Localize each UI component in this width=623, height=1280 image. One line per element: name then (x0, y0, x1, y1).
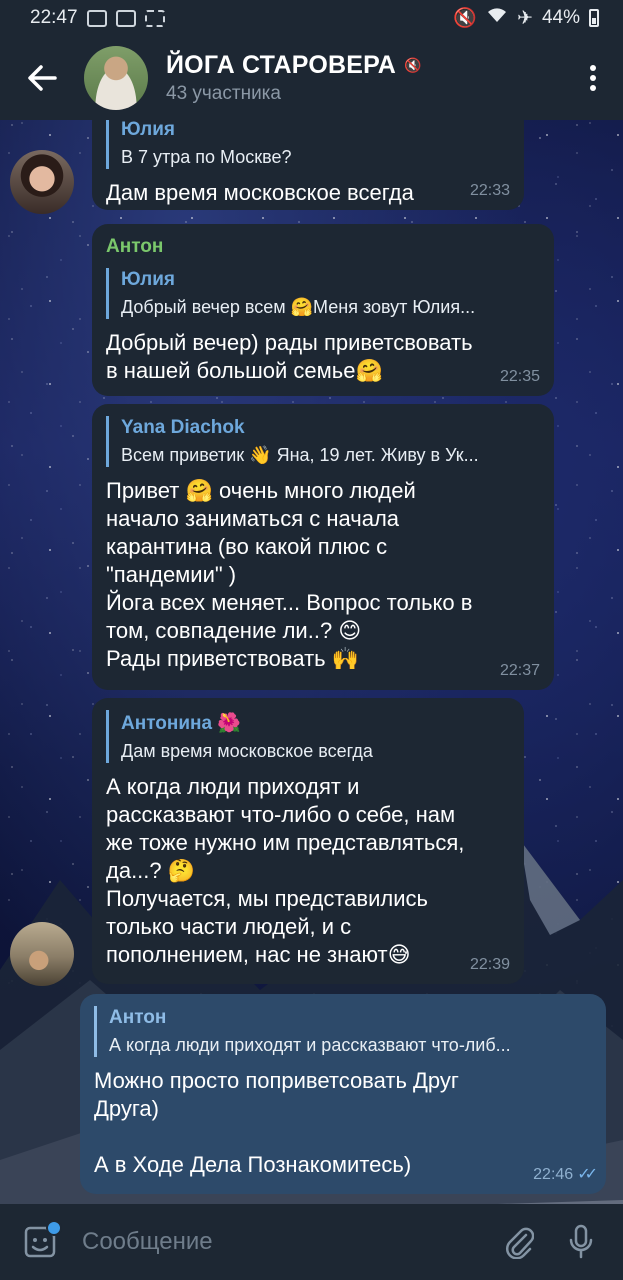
reply-author: Антонина 🌺 (121, 713, 241, 734)
message-bubble[interactable]: Антон Юлия Добрый вечер всем 🤗Меня зовут… (92, 224, 554, 396)
reply-quote[interactable]: Yana Diachok Всем приветик 👋 Яна, 19 лет… (106, 416, 538, 467)
more-menu-button[interactable] (563, 36, 623, 120)
reply-quote[interactable]: Антон А когда люди приходят и рассказваю… (94, 1006, 590, 1057)
reply-quote[interactable]: Юлия Добрый вечер всем 🤗Меня зовут Юлия.… (106, 268, 538, 319)
reply-quote[interactable]: Антонина 🌺 Дам время московское всегда (106, 710, 508, 763)
reply-text: Дам время московское всегда (121, 741, 373, 761)
chat-title-area[interactable]: ЙОГА СТАРОВЕРА 🔇 43 участника (166, 51, 563, 105)
wifi-icon (486, 6, 508, 30)
reply-text: В 7 утра по Москве? (121, 147, 292, 167)
message-input-bar (0, 1204, 623, 1280)
gallery-notification-icon (115, 9, 136, 27)
status-bar: 22:47 🔇 ✈ 44% (0, 0, 623, 36)
message-time: 22:39 (469, 956, 510, 973)
reply-author: Антон (109, 1007, 167, 1028)
arrow-left-icon (28, 65, 57, 91)
group-avatar[interactable] (84, 46, 148, 110)
message-time: 22:33 (469, 182, 510, 199)
microphone-icon (569, 1224, 593, 1259)
reply-author: Юлия (121, 269, 175, 290)
reply-quote[interactable]: Юлия В 7 утра по Москве? (106, 120, 508, 169)
read-checkmarks-icon: ✓✓ (577, 1166, 598, 1183)
message-list[interactable]: Юлия В 7 утра по Москве? Дам время моско… (0, 120, 623, 1204)
reply-text: Добрый вечер всем 🤗Меня зовут Юлия... (121, 297, 476, 317)
back-button[interactable] (0, 36, 84, 120)
new-sticker-badge (46, 1220, 62, 1236)
message-bubble[interactable]: Антонина 🌺 Дам время московское всегда А… (92, 698, 524, 984)
sender-name[interactable]: Антон (106, 236, 538, 258)
muted-icon: 🔇 (404, 57, 422, 73)
attach-button[interactable] (499, 1222, 539, 1262)
message-text: Можно просто поприветсовать Друг Друга) … (94, 1068, 459, 1177)
message-status: 22:46 ✓✓ (533, 1164, 598, 1184)
menu-dot-icon (590, 65, 596, 71)
status-time: 22:47 (30, 7, 78, 28)
screenshot-notification-icon (144, 9, 165, 27)
message-time: 22:46 (533, 1166, 574, 1183)
voice-message-button[interactable] (561, 1222, 601, 1262)
message-text: Дам время московское всегда (106, 180, 414, 205)
member-count: 43 участника (166, 83, 281, 104)
message-text: А когда люди приходят и рассказвают что-… (106, 774, 465, 967)
mute-status-icon: 🔇 (453, 8, 478, 29)
message-bubble[interactable]: Yana Diachok Всем приветик 👋 Яна, 19 лет… (92, 404, 554, 690)
battery-percent: 44% (541, 7, 580, 28)
reply-text: А когда люди приходят и рассказвают что-… (109, 1035, 511, 1055)
airplane-icon: ✈ (517, 7, 533, 29)
message-time: 22:37 (499, 662, 540, 679)
sticker-button[interactable] (22, 1220, 62, 1260)
message-text: Добрый вечер) рады приветсвовать в нашей… (106, 330, 473, 383)
reply-author: Yana Diachok (121, 417, 245, 438)
battery-icon (589, 9, 599, 27)
message-text: Привет 🤗 очень много людей начало занима… (106, 478, 473, 671)
outgoing-message-bubble[interactable]: Антон А когда люди приходят и рассказваю… (80, 994, 606, 1194)
message-bubble[interactable]: Юлия В 7 утра по Москве? Дам время моско… (92, 120, 524, 210)
reply-text: Всем приветик 👋 Яна, 19 лет. Живу в Ук..… (121, 445, 479, 465)
paperclip-icon (505, 1227, 534, 1259)
reply-author: Юлия (121, 120, 175, 140)
message-input[interactable] (80, 1227, 477, 1257)
user-avatar[interactable] (10, 150, 74, 214)
message-time: 22:35 (499, 368, 540, 385)
translate-notification-icon (86, 9, 107, 27)
user-avatar[interactable] (10, 922, 74, 986)
chat-header: ЙОГА СТАРОВЕРА 🔇 43 участника (0, 36, 623, 120)
chat-title: ЙОГА СТАРОВЕРА (166, 51, 397, 79)
